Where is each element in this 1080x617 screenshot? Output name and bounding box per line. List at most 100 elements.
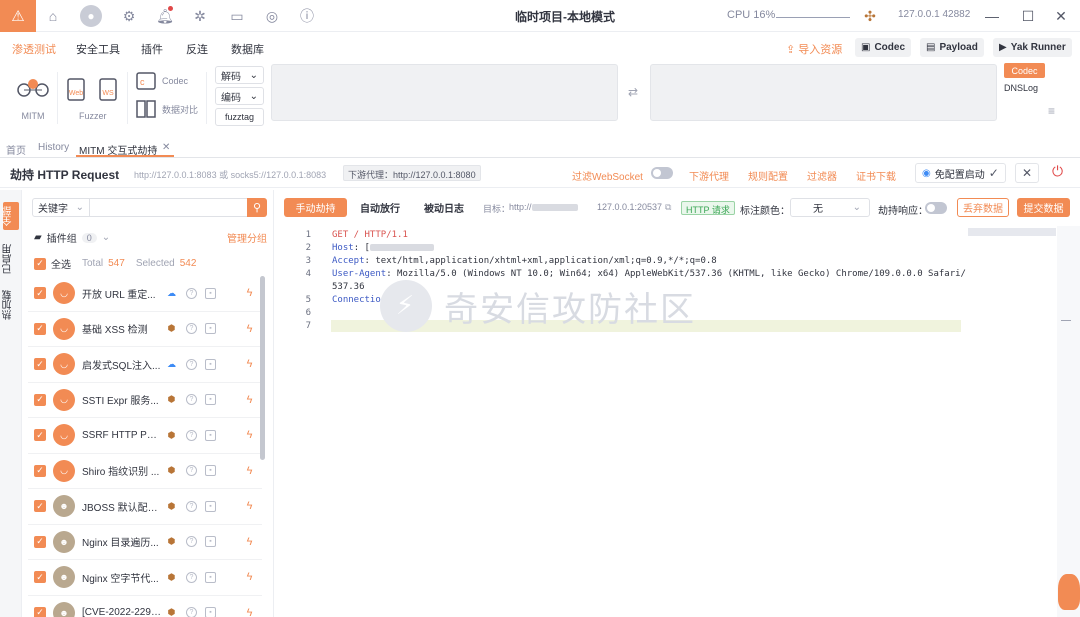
image-icon[interactable]: ▪: [205, 394, 216, 406]
plugin-checkbox[interactable]: ✓: [34, 500, 46, 513]
engine-icon[interactable]: ✣: [860, 6, 880, 26]
menu-database[interactable]: 数据库: [231, 41, 264, 57]
image-icon[interactable]: ▪: [205, 465, 216, 477]
codec-button[interactable]: ▣ Codec: [855, 38, 912, 57]
help-icon[interactable]: ?: [186, 429, 197, 441]
bolt-icon[interactable]: ϟ: [244, 465, 255, 477]
bolt-icon[interactable]: ϟ: [244, 571, 255, 583]
editor-minimap[interactable]: [968, 228, 1056, 236]
plugin-row[interactable]: ✓ ◡ 开放 URL 重定... ☁? ▪ ϟ: [28, 276, 262, 312]
swap-icon[interactable]: ⇄: [628, 85, 638, 99]
help-icon[interactable]: ?: [186, 500, 197, 512]
editor-scrollbar[interactable]: [1057, 226, 1080, 617]
minimize-icon[interactable]: —: [981, 6, 1003, 26]
plugin-row[interactable]: ✓ ☻ JBOSS 默认配置... ⬢? ▪ ϟ: [28, 489, 262, 525]
bolt-icon[interactable]: ϟ: [244, 323, 255, 335]
cert-download-link[interactable]: 证书下载: [856, 168, 896, 183]
image-icon[interactable]: ▪: [205, 536, 216, 548]
help-icon[interactable]: ?: [186, 607, 197, 617]
manage-groups-link[interactable]: 管理分组: [227, 230, 267, 245]
bug-icon[interactable]: ✲: [190, 6, 210, 26]
bolt-icon[interactable]: ϟ: [244, 429, 255, 441]
bolt-icon[interactable]: ϟ: [244, 607, 255, 617]
tab-history[interactable]: History: [38, 142, 69, 153]
bolt-icon[interactable]: ϟ: [244, 358, 255, 370]
help-icon[interactable]: ?: [186, 323, 197, 335]
help-icon[interactable]: ?: [186, 536, 197, 548]
plugin-checkbox[interactable]: ✓: [34, 287, 46, 300]
search-input[interactable]: [90, 198, 248, 217]
plugin-checkbox[interactable]: ✓: [34, 393, 46, 406]
menu-reverse[interactable]: 反连: [186, 41, 208, 57]
submit-data-button[interactable]: 提交数据: [1017, 198, 1070, 217]
web-fuzzer-tool[interactable]: Web: [66, 78, 86, 101]
plugin-checkbox[interactable]: ✓: [34, 322, 46, 335]
plugin-checkbox[interactable]: ✓: [34, 358, 46, 371]
filter-websocket-toggle[interactable]: [651, 167, 673, 179]
search-icon[interactable]: ⚲: [247, 198, 267, 217]
decode-select[interactable]: 解码 ⌄: [215, 66, 264, 84]
plugin-checkbox[interactable]: ✓: [34, 429, 46, 442]
help-icon[interactable]: ?: [186, 287, 197, 299]
menu-plugins[interactable]: 插件: [141, 41, 163, 57]
image-icon[interactable]: ▪: [205, 500, 216, 512]
home-icon[interactable]: ⌂: [43, 6, 63, 26]
warning-icon[interactable]: ⚠: [0, 0, 36, 32]
bell-icon[interactable]: 🔔︎: [155, 6, 175, 26]
bolt-icon[interactable]: ϟ: [244, 287, 255, 299]
label-color-select[interactable]: 无 ⌄: [790, 198, 870, 217]
tab-home[interactable]: 首页: [6, 142, 26, 157]
plugin-row[interactable]: ✓ ◡ SSRF HTTP Public ⬢? ▪ ϟ: [28, 418, 262, 454]
plugin-checkbox[interactable]: ✓: [34, 464, 46, 477]
power-icon[interactable]: ⏻: [1052, 163, 1063, 180]
plugin-row[interactable]: ✓ ☻ Nginx 目录遍历... ⬢? ▪ ϟ: [28, 525, 262, 560]
plugin-row[interactable]: ✓ ◡ SSTI Expr 服务... ⬢? ▪ ϟ: [28, 383, 262, 418]
fuzztag-button[interactable]: fuzztag: [215, 108, 264, 126]
side-tab-enabled[interactable]: 已启用: [3, 244, 19, 274]
bolt-icon[interactable]: ϟ: [244, 536, 255, 548]
data-compare-tool[interactable]: 数据对比: [136, 100, 198, 118]
side-tab-hotload[interactable]: 热加载: [3, 290, 19, 320]
codec-tag[interactable]: Codec: [1004, 63, 1045, 78]
autostart-button[interactable]: ◉ 免配置启动 ✓: [915, 163, 1006, 183]
codec-output-area[interactable]: [650, 64, 997, 121]
ws-fuzzer-tool[interactable]: WS: [98, 78, 118, 101]
select-all-label[interactable]: 全选: [51, 256, 71, 271]
mitm-tool[interactable]: MITM: [16, 74, 50, 121]
filter-link[interactable]: 过滤器: [807, 168, 837, 183]
close-icon[interactable]: ✕: [1050, 6, 1072, 26]
dnslog-tag[interactable]: DNSLog: [1004, 83, 1038, 93]
tab-manual-hijack[interactable]: 手动劫持: [284, 198, 347, 217]
cancel-button[interactable]: ✕: [1015, 163, 1039, 183]
codec-input-area[interactable]: [271, 64, 618, 121]
encode-select[interactable]: 编码 ⌄: [215, 87, 264, 105]
codec-tool[interactable]: c Codec: [136, 72, 188, 90]
plugin-checkbox[interactable]: ✓: [34, 571, 46, 584]
image-icon[interactable]: ▪: [205, 571, 216, 583]
plugin-list-scrollbar[interactable]: [260, 276, 265, 460]
yak-runner-button[interactable]: ▶ Yak Runner: [993, 38, 1072, 57]
terminal-icon[interactable]: ▭: [227, 6, 247, 26]
menu-security-tools[interactable]: 安全工具: [76, 41, 120, 57]
downstream-proxy-link[interactable]: 下游代理: [689, 168, 729, 183]
help-icon[interactable]: ⓘ: [297, 6, 317, 26]
plugin-row[interactable]: ✓ ◡ Shiro 指纹识别 ... ⬢? ▪ ϟ: [28, 454, 262, 489]
image-icon[interactable]: ▪: [205, 287, 216, 299]
bolt-icon[interactable]: ϟ: [244, 394, 255, 406]
plugin-checkbox[interactable]: ✓: [34, 606, 46, 617]
collapse-icon[interactable]: ≡: [1048, 104, 1055, 118]
plugin-row[interactable]: ✓ ◡ 启发式SQL注入... ☁? ▪ ϟ: [28, 347, 262, 383]
tab-auto-forward[interactable]: 自动放行: [351, 198, 409, 217]
mascot-icon[interactable]: [1058, 574, 1080, 610]
plugin-row[interactable]: ✓ ◡ 基础 XSS 检测 ⬢? ▪ ϟ: [28, 312, 262, 347]
help-icon[interactable]: ?: [186, 465, 197, 477]
discard-data-button[interactable]: 丢弃数据: [957, 198, 1009, 217]
copy-icon[interactable]: ⧉: [665, 202, 671, 213]
plugin-row[interactable]: ✓ ☻ [CVE-2022-2296... ⬢? ▪ ϟ: [28, 596, 262, 617]
hijack-response-toggle[interactable]: [925, 202, 947, 214]
help-icon[interactable]: ?: [186, 358, 197, 370]
plugin-group-select[interactable]: ▰ 插件组 0 ⌄: [34, 230, 110, 245]
tab-passive-log[interactable]: 被动日志: [415, 198, 473, 217]
avatar[interactable]: ●: [80, 5, 102, 27]
image-icon[interactable]: ▪: [205, 358, 216, 370]
